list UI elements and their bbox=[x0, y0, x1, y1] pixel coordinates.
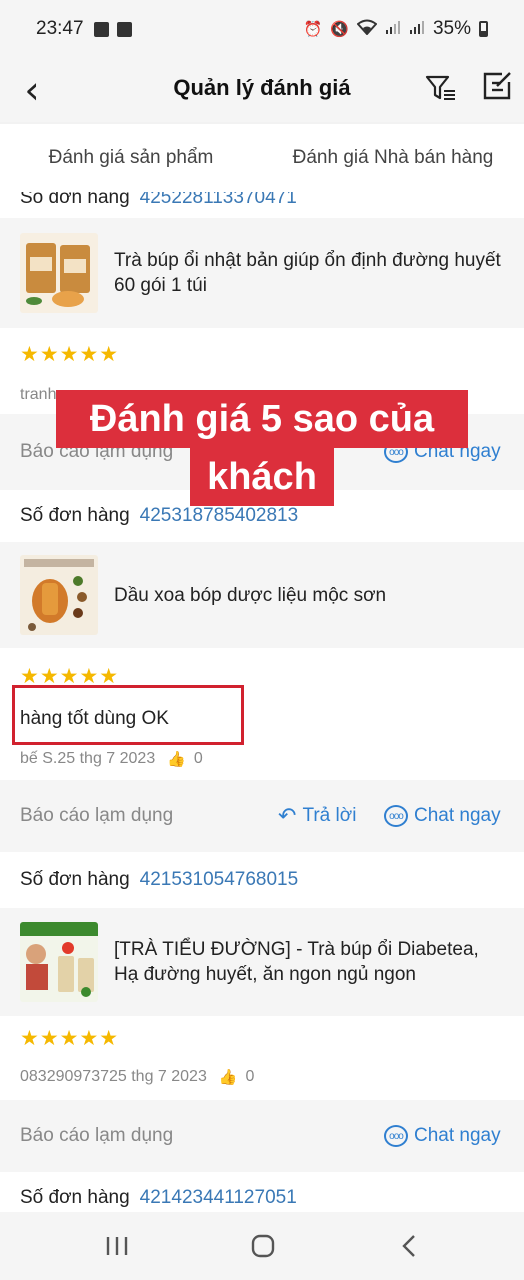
mute-icon: 🔇 bbox=[330, 21, 349, 38]
like-count: 0 bbox=[245, 1068, 255, 1085]
system-nav-bar bbox=[0, 1212, 524, 1280]
status-time: 23:47 bbox=[36, 18, 84, 39]
edit-button[interactable] bbox=[480, 69, 514, 103]
back-icon bbox=[402, 1235, 415, 1257]
order-number[interactable]: 421423441127051 bbox=[140, 1187, 297, 1209]
order-row: Số đơn hàng 425228113370471 bbox=[0, 192, 524, 218]
highlight-box bbox=[12, 685, 244, 745]
star-rating: ★★★★★ bbox=[20, 343, 120, 366]
reviewer-date: 083290973725 thg 7 2023 bbox=[20, 1068, 207, 1085]
product-name: Trà búp ổi nhật bản giúp ổn định đường h… bbox=[114, 250, 501, 296]
action-row: Báo cáo lạm dụng ↶ Trả lời ooo Chat ngay bbox=[0, 780, 524, 852]
reviewer-name: tranh bbox=[20, 386, 57, 403]
overlay-banner-line1: Đánh giá 5 sao của bbox=[56, 390, 468, 448]
tab-seller-reviews[interactable]: Đánh giá Nhà bán hàng bbox=[262, 124, 524, 192]
filter-button[interactable] bbox=[424, 71, 458, 105]
report-abuse-button[interactable]: Báo cáo lạm dụng bbox=[20, 1125, 173, 1147]
product-thumbnail bbox=[20, 555, 98, 635]
tab-product-reviews[interactable]: Đánh giá sản phẩm bbox=[0, 124, 262, 192]
signal-icon bbox=[385, 19, 401, 39]
product-name: [TRÀ TIỂU ĐƯỜNG] - Trà búp ổi Diabetea, … bbox=[114, 939, 479, 985]
chat-now-label: Chat ngay bbox=[414, 805, 501, 826]
product-row[interactable]: Trà búp ổi nhật bản giúp ổn định đường h… bbox=[0, 218, 524, 328]
app-bar: ‹ Quản lý đánh giá bbox=[0, 58, 524, 122]
recent-apps-button[interactable] bbox=[100, 1230, 134, 1262]
alarm-icon: ⏰ bbox=[303, 21, 323, 38]
thumbs-up-icon[interactable]: 👍 bbox=[219, 1068, 238, 1086]
filter-icon bbox=[425, 75, 455, 100]
report-abuse-button[interactable]: Báo cáo lạm dụng bbox=[20, 805, 173, 827]
order-label: Số đơn hàng bbox=[20, 192, 130, 208]
like-count: 0 bbox=[193, 750, 203, 767]
back-button[interactable]: ‹ bbox=[10, 64, 54, 116]
product-thumbnail bbox=[20, 922, 98, 1002]
wifi-icon bbox=[356, 19, 378, 39]
signal-icon-2 bbox=[409, 19, 425, 39]
product-thumbnail bbox=[20, 233, 98, 313]
battery-icon bbox=[479, 21, 488, 37]
reply-arrow-icon: ↶ bbox=[278, 803, 297, 828]
check-square-icon bbox=[116, 21, 132, 37]
order-label: Số đơn hàng bbox=[20, 505, 130, 526]
product-row[interactable]: [TRÀ TIỂU ĐƯỜNG] - Trà búp ổi Diabetea, … bbox=[0, 908, 524, 1016]
recent-apps-icon bbox=[106, 1237, 128, 1255]
order-number[interactable]: 421531054768015 bbox=[140, 869, 299, 891]
product-name: Dầu xoa bóp dược liệu mộc sơn bbox=[114, 584, 387, 606]
image-icon bbox=[93, 21, 109, 37]
chat-bubble-icon: ooo bbox=[384, 1125, 408, 1147]
order-label: Số đơn hàng bbox=[20, 869, 130, 890]
product-row[interactable]: Dầu xoa bóp dược liệu mộc sơn bbox=[0, 542, 524, 648]
overlay-banner-line2: khách bbox=[190, 448, 334, 506]
review-meta: tranh bbox=[20, 386, 56, 404]
order-row: Số đơn hàng 421531054768015 bbox=[0, 852, 524, 908]
reviewer-date: bế S.25 thg 7 2023 bbox=[20, 750, 156, 767]
thumbs-up-icon[interactable]: 👍 bbox=[167, 750, 186, 768]
nav-back-button[interactable] bbox=[392, 1230, 426, 1262]
tab-bar: Đánh giá sản phẩm Đánh giá Nhà bán hàng bbox=[0, 124, 524, 192]
reply-label: Trả lời bbox=[302, 805, 357, 826]
chat-bubble-icon: ooo bbox=[384, 805, 408, 827]
star-rating: ★★★★★ bbox=[20, 1027, 120, 1050]
order-row: Số đơn hàng 421423441127051 bbox=[0, 1172, 524, 1212]
chevron-left-icon: ‹ bbox=[24, 68, 40, 112]
review-meta: 083290973725 thg 7 2023 👍 0 bbox=[20, 1068, 254, 1086]
status-bar: 23:47 ⏰ 🔇 35% bbox=[0, 0, 524, 58]
home-icon bbox=[251, 1234, 275, 1258]
home-button[interactable] bbox=[246, 1230, 280, 1262]
review-item: ★★★★★ 083290973725 thg 7 2023 👍 0 bbox=[0, 1016, 524, 1100]
action-row: Báo cáo lạm dụng ooo Chat ngay bbox=[0, 1100, 524, 1172]
order-number[interactable]: 425228113370471 bbox=[140, 192, 297, 209]
battery-text: 35% bbox=[432, 18, 471, 39]
reply-button[interactable]: ↶ Trả lời bbox=[278, 803, 356, 829]
chat-now-label: Chat ngay bbox=[414, 1125, 501, 1146]
chat-now-button[interactable]: ooo Chat ngay bbox=[384, 805, 501, 827]
review-meta: bế S.25 thg 7 2023 👍 0 bbox=[20, 750, 203, 768]
order-number[interactable]: 425318785402813 bbox=[140, 505, 299, 527]
chat-now-button[interactable]: ooo Chat ngay bbox=[384, 1125, 501, 1147]
edit-icon bbox=[483, 72, 511, 100]
order-label: Số đơn hàng bbox=[20, 1187, 130, 1208]
